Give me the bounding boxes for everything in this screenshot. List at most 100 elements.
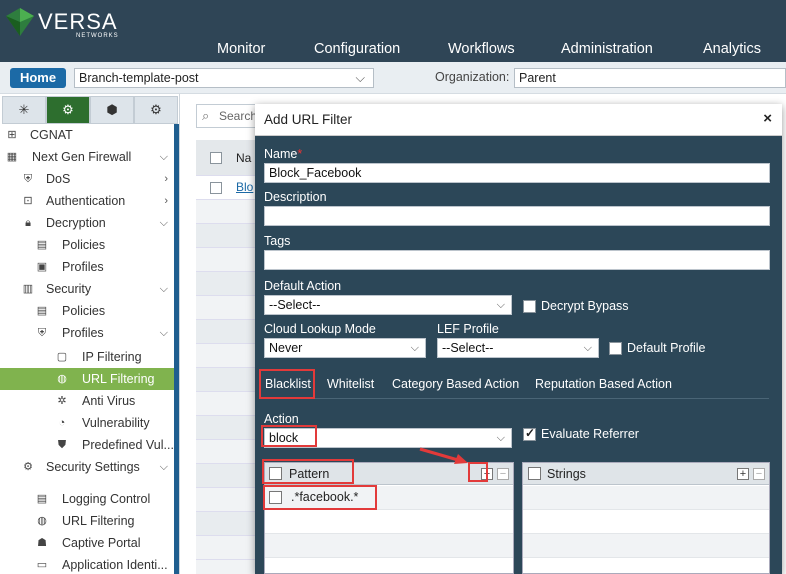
chevron-down-icon: ⌵ <box>355 71 365 85</box>
pattern-header-highlight <box>262 459 354 484</box>
evaluate-referrer-label: Evaluate Referrer <box>541 427 639 441</box>
tab-whitelist[interactable]: Whitelist <box>327 377 374 391</box>
sidebar-item-security-profiles[interactable]: ⛨ Profiles ⌵ <box>0 322 174 344</box>
evaluate-referrer-checkbox[interactable] <box>523 426 536 441</box>
table-row <box>523 510 769 534</box>
portal-icon: ☗ <box>37 537 47 549</box>
wall-icon: ▥ <box>22 283 34 295</box>
top-bar: VERSA NETWORKS Monitor Configuration Wor… <box>0 0 786 62</box>
sidebar-item-decryption[interactable]: 🔒︎ Decryption ⌵ <box>0 212 174 234</box>
sidebar-item-label: Decryption <box>46 216 106 230</box>
vulnerability-icon: ◔ <box>58 417 66 429</box>
sidebar-item-label: Application Identi... <box>62 558 168 572</box>
auth-icon: ⊡ <box>23 195 33 207</box>
chevron-down-icon: ⌵ <box>496 432 505 444</box>
sidebar-item-security[interactable]: ▥ Security ⌵ <box>0 278 174 300</box>
row-link[interactable]: Blo <box>236 180 253 194</box>
sidebar-scrollbar[interactable] <box>174 124 179 574</box>
shield-icon: ⛨ <box>37 327 47 339</box>
sidebar-item-label: Security <box>46 282 92 296</box>
sidebar-item-ip-filtering[interactable]: ▢ IP Filtering <box>0 346 174 368</box>
close-icon[interactable]: × <box>763 110 772 127</box>
gear-icon[interactable]: ⚙ <box>46 96 90 124</box>
sidebar-item-cgnat[interactable]: ⊞ CGNAT <box>0 124 174 146</box>
sidebar-item-url-filtering-settings[interactable]: ◍ URL Filtering <box>0 510 174 532</box>
search-icon: ⌕ <box>202 108 210 123</box>
sidebar-item-decryption-policies[interactable]: ▤ Policies <box>0 234 174 256</box>
chevron-down-icon: ⌵ <box>583 342 592 354</box>
sidebar-item-predefined-vul[interactable]: ⛊ Predefined Vul... <box>0 434 174 456</box>
sidebar-item-label: DoS <box>46 172 71 186</box>
settings-icon[interactable]: ⚙ <box>134 96 178 124</box>
sidebar-item-application-identification[interactable]: ▭ Application Identi... <box>0 554 174 574</box>
table-row <box>523 534 769 558</box>
cube-icon[interactable]: ⬢ <box>90 96 134 124</box>
pattern-row-highlight <box>263 485 377 510</box>
sidebar-item-anti-virus[interactable]: ✲ Anti Virus <box>0 390 174 412</box>
nav-workflows[interactable]: Workflows <box>448 41 515 57</box>
app-icon: ▭ <box>36 559 48 571</box>
nav-monitor[interactable]: Monitor <box>217 41 265 57</box>
sidebar-item-label: Profiles <box>62 260 104 274</box>
sidebar-item-logging-control[interactable]: ▤ Logging Control <box>0 488 174 510</box>
chevron-down-icon: ⌵ <box>159 151 168 163</box>
network-icon[interactable]: ✳ <box>2 96 46 124</box>
default-action-select[interactable]: --Select-- ⌵ <box>264 295 512 315</box>
description-field[interactable] <box>264 206 770 226</box>
tab-reputation-based-action[interactable]: Reputation Based Action <box>535 377 672 391</box>
remove-string-button[interactable]: − <box>753 468 765 480</box>
nav-analytics[interactable]: Analytics <box>703 41 761 57</box>
globe-icon: ◍ <box>37 515 47 527</box>
globe-icon: ◍ <box>57 373 67 385</box>
decrypt-bypass-checkbox[interactable] <box>523 300 536 313</box>
add-button-highlight <box>468 462 488 482</box>
nat-icon: ⊞ <box>7 129 17 141</box>
settings-icon: ⚙ <box>23 461 33 473</box>
sidebar-item-decryption-profiles[interactable]: ▣ Profiles <box>0 256 174 278</box>
sidebar-item-next-gen-firewall[interactable]: ▦ Next Gen Firewall ⌵ <box>0 146 174 168</box>
row-checkbox[interactable] <box>210 182 222 194</box>
sidebar-item-authentication[interactable]: ⊡ Authentication › <box>0 190 174 212</box>
profile-icon: ▣ <box>36 261 48 273</box>
cloud-lookup-value: Never <box>269 341 303 355</box>
column-header: Na <box>236 151 252 165</box>
name-label-text: Name <box>264 147 298 161</box>
strings-select-all-checkbox[interactable] <box>528 467 541 480</box>
dialog-title: Add URL Filter <box>264 112 353 127</box>
home-button[interactable]: Home <box>10 68 66 88</box>
policy-icon: ▤ <box>36 305 48 317</box>
tags-field[interactable] <box>264 250 770 270</box>
sidebar-item-url-filtering[interactable]: ◍ URL Filtering <box>0 368 174 390</box>
sidebar-item-vulnerability[interactable]: ◔ Vulnerability <box>0 412 174 434</box>
template-select[interactable]: Branch-template-post ⌵ <box>74 68 374 88</box>
add-url-filter-dialog: Add URL Filter × Name* Block_Facebook De… <box>255 104 782 574</box>
organization-field[interactable]: Parent <box>514 68 786 88</box>
sidebar-item-security-settings[interactable]: ⚙ Security Settings ⌵ <box>0 456 174 478</box>
tab-category-based-action[interactable]: Category Based Action <box>392 377 519 391</box>
template-value: Branch-template-post <box>79 71 199 85</box>
cloud-lookup-select[interactable]: Never ⌵ <box>264 338 426 358</box>
sidebar-item-security-policies[interactable]: ▤ Policies <box>0 300 174 322</box>
name-field[interactable]: Block_Facebook <box>264 163 770 183</box>
remove-pattern-button[interactable]: − <box>497 468 509 480</box>
strings-header: Strings + − <box>523 463 769 485</box>
sidebar-item-captive-portal[interactable]: ☗ Captive Portal <box>0 532 174 554</box>
sidebar: ✳ ⚙ ⬢ ⚙ ⊞ CGNAT ▦ Next Gen Firewall ⌵ ⛨ … <box>0 94 180 574</box>
dos-icon: ⛨ <box>23 173 33 185</box>
default-profile-checkbox[interactable] <box>609 342 622 355</box>
lef-profile-label: LEF Profile <box>437 322 499 336</box>
sidebar-item-dos[interactable]: ⛨ DoS › <box>0 168 174 190</box>
chevron-down-icon: ⌵ <box>159 217 168 229</box>
sidebar-item-label: Policies <box>62 238 106 252</box>
header-checkbox[interactable] <box>210 152 222 164</box>
nav-configuration[interactable]: Configuration <box>314 41 400 57</box>
search-placeholder: Search <box>219 109 258 123</box>
add-string-button[interactable]: + <box>737 468 749 480</box>
firewall-icon: ▦ <box>6 151 18 163</box>
sidebar-tabs: ✳ ⚙ ⬢ ⚙ <box>0 96 180 124</box>
sidebar-item-label: Vulnerability <box>82 416 150 430</box>
default-action-value: --Select-- <box>269 298 321 312</box>
red-arrow-annotation <box>419 447 468 464</box>
nav-administration[interactable]: Administration <box>561 41 653 57</box>
lef-profile-select[interactable]: --Select-- ⌵ <box>437 338 599 358</box>
